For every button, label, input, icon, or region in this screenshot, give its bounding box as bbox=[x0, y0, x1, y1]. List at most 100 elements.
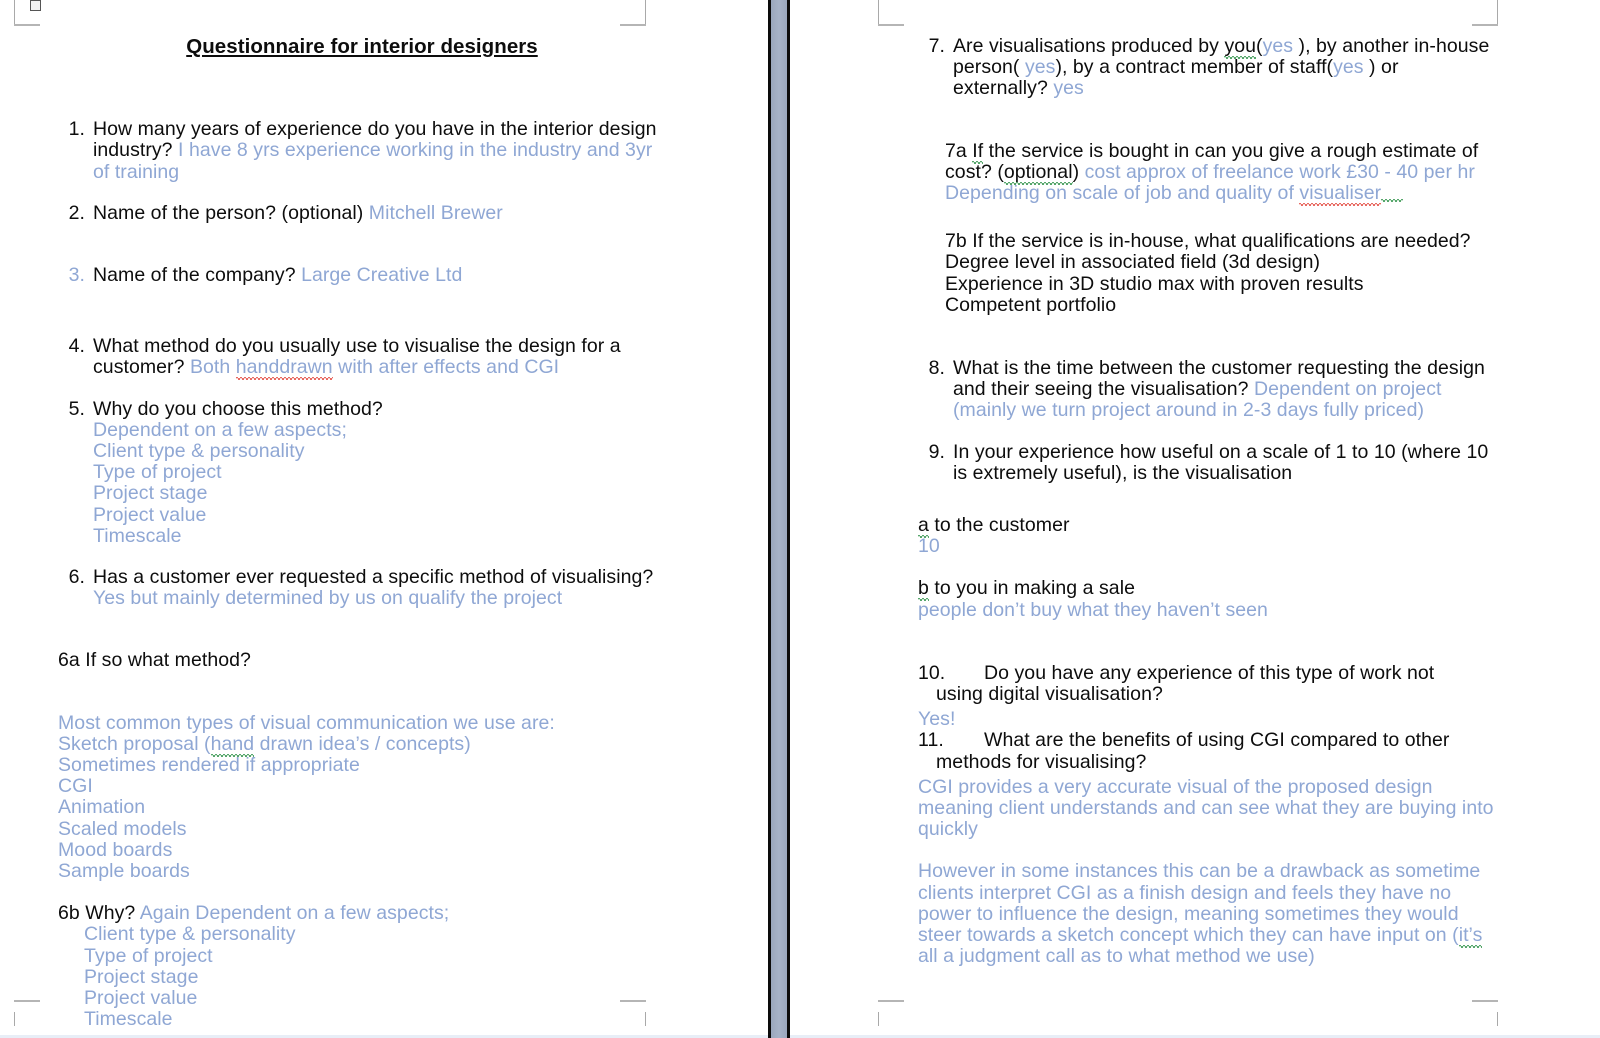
answer-line: CGI bbox=[58, 775, 93, 798]
question-item-7a: 7a If the service is bought in can you g… bbox=[945, 139, 1498, 205]
question-number-9: 9. bbox=[928, 440, 945, 463]
question-text-11-line1: What are the benefits of using CGI compa… bbox=[984, 729, 1450, 752]
answer-yes-3: yes bbox=[1333, 56, 1364, 79]
answer-paragraph-11-1: CGI provides a very accurate visual of t… bbox=[918, 775, 1494, 841]
question-body-8: What is the time between the customer re… bbox=[953, 357, 1498, 422]
right-page-content: 7. Are visualisations produced by you(ye… bbox=[918, 35, 1498, 968]
page-title: Questionnaire for interior designers bbox=[186, 35, 538, 58]
question-body-10: Do you have any experience of this type … bbox=[936, 661, 1498, 705]
question-body-11: What are the benefits of using CGI compa… bbox=[936, 729, 1498, 773]
question-item-9: 9. In your experience how useful on a sc… bbox=[918, 440, 1498, 484]
question-number-10: 10. bbox=[918, 661, 946, 684]
answer-line: Type of project bbox=[84, 944, 213, 967]
answer-line: Animation bbox=[58, 796, 146, 819]
answer-line: Most common types of visual communicatio… bbox=[58, 711, 555, 734]
misspelled-word: handdrawn bbox=[235, 356, 333, 379]
answer-lead-6b: Again Dependent on a few aspects; bbox=[139, 902, 450, 925]
question-body-6: Has a customer ever requested a specific… bbox=[93, 566, 658, 610]
question-text-5: Why do you choose this method? bbox=[93, 397, 383, 420]
question-body-3: Name of the company? Large Creative Ltd bbox=[93, 264, 658, 287]
answer-part-post: with after effects and CGI bbox=[332, 356, 560, 379]
answer-line: Project value bbox=[84, 987, 198, 1010]
question-seg: ) bbox=[1072, 160, 1085, 183]
answer-text-9a: 10 bbox=[918, 535, 940, 558]
margin-corner-mark-bottom-left bbox=[14, 1000, 40, 1026]
answer-line: Project stage bbox=[93, 482, 208, 505]
answer-text-4: Both handdrawn with after effects and CG… bbox=[190, 356, 559, 380]
answer-yes-1: yes bbox=[1262, 35, 1294, 57]
question-label-7b: 7b If the service is in-house, what qual… bbox=[945, 230, 1471, 253]
question-label-9a: a to the customer bbox=[918, 514, 1498, 537]
answer-line-with-spellcheck: Sketch proposal (hand drawn idea’s / con… bbox=[58, 732, 658, 755]
question-label-6b: 6b Why? bbox=[58, 902, 136, 925]
question-body-5: Why do you choose this method? Dependent… bbox=[93, 397, 658, 547]
answer-line: Scaled models bbox=[58, 817, 187, 840]
answer-text-1: I have 8 yrs experience working in the i… bbox=[93, 139, 653, 183]
answer-list-6a: Most common types of visual communicatio… bbox=[58, 711, 658, 883]
answer-yes-2: yes bbox=[1024, 56, 1056, 79]
page-gutter-divider bbox=[768, 0, 790, 1038]
answer-paragraph-11-2: However in some instances this can be a … bbox=[918, 861, 1498, 967]
question-label-6a: 6a If so what method? bbox=[58, 649, 251, 672]
question-item-3: 3. Name of the company? Large Creative L… bbox=[58, 264, 658, 287]
document-viewport[interactable]: Questionnaire for interior designers 1. … bbox=[0, 0, 1600, 1038]
question-item-5: 5. Why do you choose this method? Depend… bbox=[58, 397, 658, 547]
question-body-2: Name of the person? (optional) Mitchell … bbox=[93, 202, 658, 224]
answer-text-6: Yes but mainly determined by us on quali… bbox=[93, 587, 563, 610]
question-item-8: 8. What is the time between the customer… bbox=[918, 357, 1498, 422]
answer-list-6b: Client type & personality Type of projec… bbox=[84, 924, 658, 1030]
answer-text-9b: people don’t buy what they haven’t seen bbox=[918, 598, 1268, 621]
margin-corner-mark-bottom-left bbox=[878, 1000, 904, 1026]
answer-part-post: all a judgment call as to what method we… bbox=[918, 945, 1315, 968]
margin-corner-mark-bottom-right bbox=[620, 1000, 646, 1026]
question-number-4: 4. bbox=[68, 335, 85, 358]
question-body-7: Are visualisations produced by you(yes )… bbox=[953, 35, 1498, 100]
answer-list-7b: Degree level in associated field (3d des… bbox=[945, 252, 1498, 316]
left-page-content: Questionnaire for interior designers 1. … bbox=[58, 36, 658, 1031]
question-item-6a: 6a If so what method? bbox=[58, 650, 658, 671]
question-number-8: 8. bbox=[928, 357, 945, 380]
question-text-11-line2: methods for visualising? bbox=[936, 750, 1147, 773]
question-body-9: In your experience how useful on a scale… bbox=[953, 441, 1498, 484]
question-label-6b-row: 6b Why? Again Dependent on a few aspects… bbox=[58, 903, 658, 924]
answer-line: Mood boards bbox=[58, 838, 173, 861]
question-number-6: 6. bbox=[68, 566, 85, 589]
margin-corner-mark-bottom-right bbox=[1472, 1000, 1498, 1026]
grammar-flagged-word: b bbox=[918, 577, 929, 600]
question-seg: to the customer bbox=[928, 514, 1070, 537]
question-text-3: Name of the company? bbox=[93, 264, 296, 287]
answer-line: Experience in 3D studio max with proven … bbox=[945, 272, 1364, 295]
question-seg: to you in making a sale bbox=[928, 577, 1135, 600]
answer-part-post: drawn idea’s / concepts) bbox=[254, 732, 471, 755]
question-item-2: 2. Name of the person? (optional) Mitche… bbox=[58, 202, 658, 224]
question-body-4: What method do you usually use to visual… bbox=[93, 336, 658, 380]
answer-line-7a-1: cost approx of freelance work £30 - 40 p… bbox=[1084, 160, 1475, 183]
answer-text-3: Large Creative Ltd bbox=[301, 264, 463, 287]
tab-stop-marker-icon[interactable] bbox=[30, 0, 41, 11]
question-text-10-line1: Do you have any experience of this type … bbox=[984, 661, 1435, 684]
question-text-10-line2: using digital visualisation? bbox=[936, 683, 1163, 706]
document-page-left: Questionnaire for interior designers 1. … bbox=[0, 0, 768, 1038]
question-seg: Are visualisations produced by bbox=[953, 35, 1225, 57]
question-seg: ), by a contract member of staff( bbox=[1055, 56, 1334, 79]
question-item-6b: 6b Why? Again Dependent on a few aspects… bbox=[58, 903, 658, 1030]
question-item-9a: a to the customer 10 bbox=[918, 514, 1498, 558]
answer-part-pre: Depending on scale of job and quality of bbox=[945, 182, 1300, 205]
answer-part-pre: Both bbox=[189, 356, 236, 379]
answer-part-pre: However in some instances this can be a … bbox=[918, 860, 1481, 947]
misspelled-word: visualiser bbox=[1299, 182, 1382, 205]
margin-corner-mark-top-right bbox=[1472, 0, 1498, 26]
question-body-1: How many years of experience do you have… bbox=[93, 119, 658, 183]
question-number-7: 7. bbox=[928, 35, 945, 57]
answer-line: Client type & personality bbox=[93, 440, 305, 463]
question-number-5: 5. bbox=[68, 397, 85, 420]
